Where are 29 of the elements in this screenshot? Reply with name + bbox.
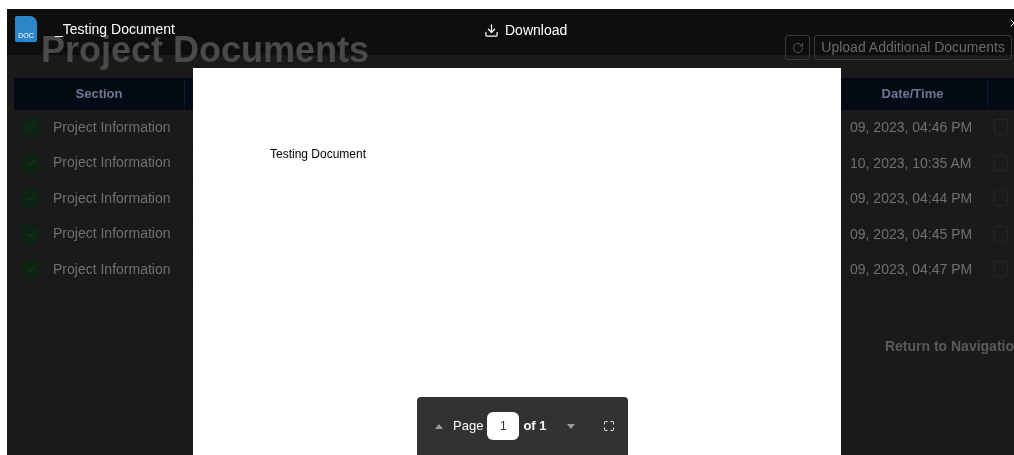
- page-total: of 1: [523, 417, 547, 436]
- table-cell-text: Project Information: [53, 224, 171, 244]
- return-link[interactable]: Return to Navigatio: [884, 335, 1014, 357]
- refresh-button[interactable]: [785, 35, 811, 60]
- document-text: Testing Document: [270, 146, 367, 163]
- table-cell: 09, 2023, 04:46 PM: [850, 119, 973, 136]
- table-cell: 09, 2023, 04:44 PM: [850, 190, 973, 207]
- table-cell-text: Project Information: [53, 188, 171, 208]
- table-cell: 10, 2023, 10:35 AM: [850, 154, 972, 171]
- refresh-icon: [791, 41, 804, 54]
- check-icon: [21, 152, 41, 173]
- upload-button[interactable]: Upload Additional Documents: [814, 35, 1012, 60]
- previous-page-icon[interactable]: [435, 423, 443, 429]
- table-cell-text: Project Information: [53, 259, 171, 279]
- table-cell-text: Project Information: [53, 117, 171, 137]
- page-label: Page: [453, 417, 484, 436]
- check-icon: [21, 188, 41, 209]
- fullscreen-icon[interactable]: [602, 420, 615, 432]
- next-page-icon[interactable]: [566, 423, 575, 429]
- table-cell-text: Project Information: [53, 153, 171, 173]
- check-icon: [21, 259, 41, 280]
- download-icon: [484, 23, 499, 38]
- check-icon: [21, 223, 41, 244]
- table-cell: 09, 2023, 04:45 PM: [850, 225, 973, 242]
- column-header[interactable]: Section: [14, 78, 185, 110]
- download-button[interactable]: Download: [484, 20, 568, 41]
- check-icon: [21, 117, 41, 138]
- page-input[interactable]: 1: [487, 412, 520, 440]
- table-cell: 09, 2023, 04:47 PM: [850, 261, 973, 278]
